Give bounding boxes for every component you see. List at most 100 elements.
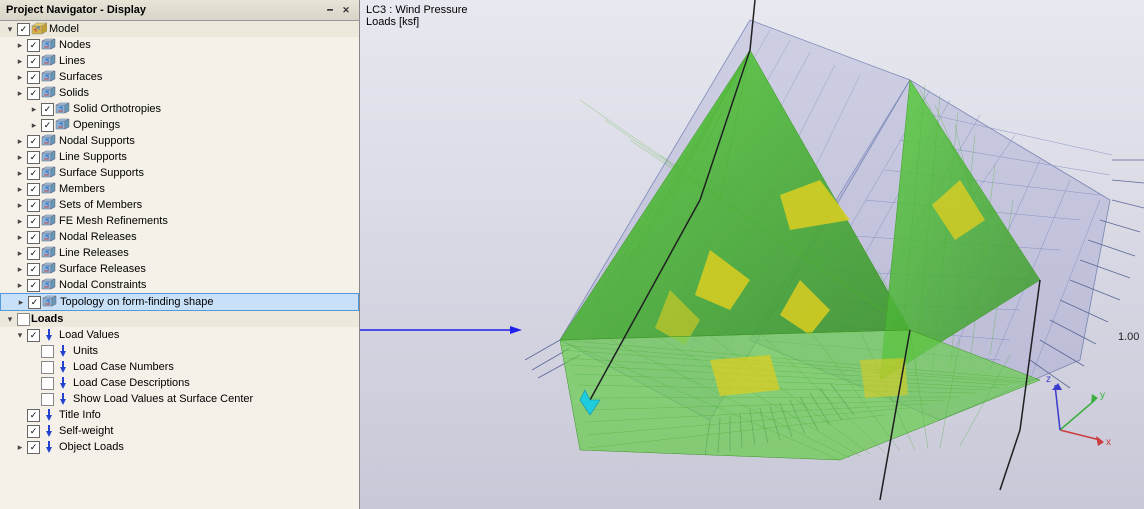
tree-item-load-case-desc[interactable]: ▸ Load Case Descriptions xyxy=(0,375,359,391)
tree-item-nodal-releases[interactable]: ▸ Nodal Releases xyxy=(0,229,359,245)
expand-nodal-releases[interactable]: ▸ xyxy=(14,231,26,243)
tree-item-self-weight[interactable]: ▸ Self-weight xyxy=(0,423,359,439)
checkbox-line-releases[interactable] xyxy=(27,247,40,260)
expand-solid-ortho[interactable]: ▸ xyxy=(28,103,40,115)
panel-title: Project Navigator - Display xyxy=(6,4,146,16)
tree-item-show-load-values[interactable]: ▸ Show Load Values at Surface Center xyxy=(0,391,359,407)
label-surface-supports: Surface Supports xyxy=(59,167,144,179)
icon-surfaces xyxy=(41,70,57,84)
tree-item-lines[interactable]: ▸ Lines xyxy=(0,53,359,69)
view-label: LC3 : Wind Pressure Loads [ksf] xyxy=(366,4,467,28)
checkbox-openings[interactable] xyxy=(41,119,54,132)
pin-icon[interactable]: 🗕 xyxy=(323,3,337,17)
tree-item-sets-members[interactable]: ▸ Sets of Members xyxy=(0,197,359,213)
checkbox-nodal-releases[interactable] xyxy=(27,231,40,244)
tree-item-fe-mesh[interactable]: ▸ FE Mesh Refinements xyxy=(0,213,359,229)
expand-load-values[interactable]: ▾ xyxy=(14,329,26,341)
view-label-line2: Loads [ksf] xyxy=(366,16,419,28)
tree-item-object-loads[interactable]: ▸ Object Loads xyxy=(0,439,359,455)
checkbox-show-load-values[interactable] xyxy=(41,393,54,406)
label-line-releases: Line Releases xyxy=(59,247,129,259)
checkbox-lines[interactable] xyxy=(27,55,40,68)
checkbox-load-values[interactable] xyxy=(27,329,40,342)
expand-loads[interactable]: ▾ xyxy=(4,313,16,325)
icon-surface-releases xyxy=(41,262,57,276)
svg-text:y: y xyxy=(1100,390,1105,401)
tree-item-solids[interactable]: ▸ Solids xyxy=(0,85,359,101)
tree-item-line-supports[interactable]: ▸ Line Supports xyxy=(0,149,359,165)
label-units: Units xyxy=(73,345,98,357)
tree-item-topology[interactable]: ▸ Topology on form-finding shape xyxy=(0,293,359,311)
tree-container[interactable]: ▾ Model ▸ xyxy=(0,21,359,509)
checkbox-loads[interactable] xyxy=(17,313,30,326)
checkbox-surface-releases[interactable] xyxy=(27,263,40,276)
expand-object-loads[interactable]: ▸ xyxy=(14,441,26,453)
tree-item-surfaces[interactable]: ▸ Surfaces xyxy=(0,69,359,85)
tree-item-surface-releases[interactable]: ▸ Surface Releases xyxy=(0,261,359,277)
expand-nodal-constraints[interactable]: ▸ xyxy=(14,279,26,291)
tree-item-line-releases[interactable]: ▸ Line Releases xyxy=(0,245,359,261)
tree-item-title-info[interactable]: ▸ Title Info xyxy=(0,407,359,423)
checkbox-title-info[interactable] xyxy=(27,409,40,422)
label-nodal-releases: Nodal Releases xyxy=(59,231,137,243)
tree-item-surface-supports[interactable]: ▸ Surface Supports xyxy=(0,165,359,181)
expand-surface-supports[interactable]: ▸ xyxy=(14,167,26,179)
checkbox-load-case-desc[interactable] xyxy=(41,377,54,390)
tree-item-nodal-constraints[interactable]: ▸ Nodal Constraints xyxy=(0,277,359,293)
label-members: Members xyxy=(59,183,105,195)
checkbox-load-case-numbers[interactable] xyxy=(41,361,54,374)
checkbox-nodal-supports[interactable] xyxy=(27,135,40,148)
expand-model[interactable]: ▾ xyxy=(4,23,16,35)
expand-openings[interactable]: ▸ xyxy=(28,119,40,131)
tree-item-nodes[interactable]: ▸ Nodes xyxy=(0,37,359,53)
tree-item-load-case-numbers[interactable]: ▸ Load Case Numbers xyxy=(0,359,359,375)
tree-item-model[interactable]: ▾ Model xyxy=(0,21,359,37)
tree-item-solid-ortho[interactable]: ▸ Solid Orthotropies xyxy=(0,101,359,117)
icon-object-loads xyxy=(41,440,57,454)
checkbox-units[interactable] xyxy=(41,345,54,358)
checkbox-line-supports[interactable] xyxy=(27,151,40,164)
expand-topology[interactable]: ▸ xyxy=(15,296,27,308)
expand-nodal-supports[interactable]: ▸ xyxy=(14,135,26,147)
checkbox-fe-mesh[interactable] xyxy=(27,215,40,228)
expand-surfaces[interactable]: ▸ xyxy=(14,71,26,83)
label-line-supports: Line Supports xyxy=(59,151,127,163)
checkbox-sets-members[interactable] xyxy=(27,199,40,212)
expand-lines[interactable]: ▸ xyxy=(14,55,26,67)
tree-item-openings[interactable]: ▸ Openings xyxy=(0,117,359,133)
expand-members[interactable]: ▸ xyxy=(14,183,26,195)
checkbox-topology[interactable] xyxy=(28,296,41,309)
expand-nodes[interactable]: ▸ xyxy=(14,39,26,51)
tree-item-nodal-supports[interactable]: ▸ Nodal Supports xyxy=(0,133,359,149)
icon-load-case-numbers xyxy=(55,360,71,374)
checkbox-nodes[interactable] xyxy=(27,39,40,52)
expand-line-supports[interactable]: ▸ xyxy=(14,151,26,163)
checkbox-object-loads[interactable] xyxy=(27,441,40,454)
tree-item-loads-root[interactable]: ▾ Loads xyxy=(0,311,359,327)
checkbox-nodal-constraints[interactable] xyxy=(27,279,40,292)
viewport-3d[interactable]: LC3 : Wind Pressure Loads [ksf] xyxy=(360,0,1144,509)
tree-item-units[interactable]: ▸ Units xyxy=(0,343,359,359)
checkbox-members[interactable] xyxy=(27,183,40,196)
tree-item-load-values[interactable]: ▾ Load Values xyxy=(0,327,359,343)
expand-sets-members[interactable]: ▸ xyxy=(14,199,26,211)
icon-nodal-constraints xyxy=(41,278,57,292)
checkbox-model[interactable] xyxy=(17,23,30,36)
label-lines: Lines xyxy=(59,55,85,67)
icon-model xyxy=(31,22,47,36)
checkbox-solids[interactable] xyxy=(27,87,40,100)
checkbox-surface-supports[interactable] xyxy=(27,167,40,180)
icon-units xyxy=(55,344,71,358)
close-panel-button[interactable]: ✕ xyxy=(339,3,353,17)
label-solids: Solids xyxy=(59,87,89,99)
icon-surface-supports xyxy=(41,166,57,180)
expand-surface-releases[interactable]: ▸ xyxy=(14,263,26,275)
label-nodes: Nodes xyxy=(59,39,91,51)
checkbox-self-weight[interactable] xyxy=(27,425,40,438)
expand-line-releases[interactable]: ▸ xyxy=(14,247,26,259)
checkbox-surfaces[interactable] xyxy=(27,71,40,84)
expand-solids[interactable]: ▸ xyxy=(14,87,26,99)
expand-fe-mesh[interactable]: ▸ xyxy=(14,215,26,227)
tree-item-members[interactable]: ▸ Members xyxy=(0,181,359,197)
checkbox-solid-ortho[interactable] xyxy=(41,103,54,116)
